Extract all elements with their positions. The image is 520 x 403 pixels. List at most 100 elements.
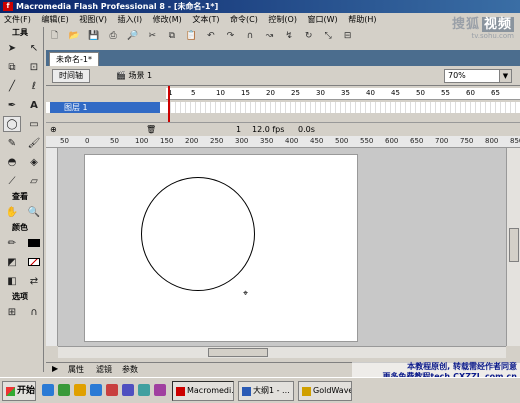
frame-number: 30 bbox=[316, 89, 325, 97]
menu-control[interactable]: 控制(O) bbox=[264, 13, 301, 26]
ink-bottle-tool-icon[interactable]: ◓ bbox=[3, 154, 21, 170]
subselection-tool-icon[interactable]: ↖ bbox=[25, 40, 43, 56]
task-flash[interactable]: Macromedi... bbox=[172, 381, 234, 401]
window-title: Macromedia Flash Professional 8 - [未命名-1… bbox=[16, 2, 219, 11]
line-tool-icon[interactable]: ╱ bbox=[3, 78, 21, 94]
playhead[interactable] bbox=[168, 86, 170, 124]
frame-ruler[interactable]: 1 5 10 15 20 25 30 35 40 45 50 55 60 65 bbox=[166, 88, 520, 100]
zoom-tool-icon[interactable]: 🔍 bbox=[25, 204, 43, 220]
frame-cells[interactable] bbox=[166, 102, 520, 113]
fill-transform-tool-icon[interactable]: ⊡ bbox=[25, 59, 43, 75]
pen-tool-icon[interactable]: ✒ bbox=[3, 97, 21, 113]
menu-edit[interactable]: 编辑(E) bbox=[37, 13, 72, 26]
app2-quicklaunch-icon[interactable] bbox=[122, 384, 134, 396]
fill-color-icon[interactable]: ◩ bbox=[3, 254, 21, 270]
menu-commands[interactable]: 命令(C) bbox=[226, 13, 262, 26]
scene-label: 场景 1 bbox=[128, 71, 153, 80]
tab-parameters[interactable]: 参数 bbox=[122, 364, 138, 375]
color-header: 颜色 bbox=[12, 223, 28, 232]
menu-insert[interactable]: 插入(I) bbox=[114, 13, 147, 26]
eyedropper-tool-icon[interactable]: ⟋ bbox=[3, 173, 21, 189]
fill-swatch-icon[interactable] bbox=[25, 254, 43, 270]
snap-magnet-icon[interactable]: ∩ bbox=[25, 304, 43, 320]
media-quicklaunch-icon[interactable] bbox=[74, 384, 86, 396]
save-icon[interactable]: 💾 bbox=[86, 29, 101, 44]
explorer-quicklaunch-icon[interactable] bbox=[90, 384, 102, 396]
straighten-icon[interactable]: ↯ bbox=[282, 29, 297, 44]
layer-name[interactable]: 图层 1 bbox=[50, 102, 160, 113]
new-file-icon[interactable]: 🗋 bbox=[47, 29, 62, 44]
layer-row[interactable]: 图层 1 bbox=[46, 102, 520, 113]
task-outline[interactable]: 大纲1 - ... bbox=[238, 381, 294, 401]
align-icon[interactable]: ⊟ bbox=[340, 29, 355, 44]
insert-layer-icon[interactable]: ⊕ bbox=[50, 124, 57, 136]
app3-quicklaunch-icon[interactable] bbox=[138, 384, 150, 396]
free-transform-tool-icon[interactable]: ⧉ bbox=[3, 59, 21, 75]
ruler-tick-label: 750 bbox=[460, 137, 474, 145]
open-file-icon[interactable]: 📂 bbox=[67, 29, 82, 44]
copy-icon[interactable]: ⧉ bbox=[164, 29, 179, 44]
vertical-scroll-thumb[interactable] bbox=[509, 228, 519, 262]
ruler-tick-label: 50 bbox=[110, 137, 119, 145]
paint-bucket-tool-icon[interactable]: ◈ bbox=[25, 154, 43, 170]
menu-help[interactable]: 帮助(H) bbox=[344, 13, 380, 26]
drawn-circle[interactable] bbox=[141, 177, 255, 291]
stage-workspace[interactable]: ⌖ bbox=[58, 148, 506, 346]
paste-icon[interactable]: 📋 bbox=[184, 29, 199, 44]
zoom-value: 70% bbox=[448, 71, 466, 80]
print-icon[interactable]: ⎙ bbox=[106, 29, 121, 44]
stage[interactable]: ⌖ bbox=[84, 154, 358, 342]
menu-modify[interactable]: 修改(M) bbox=[149, 13, 186, 26]
brush-tool-icon[interactable]: 🖌 bbox=[25, 135, 43, 151]
scale-icon[interactable]: ⤡ bbox=[321, 29, 336, 44]
horizontal-scrollbar[interactable] bbox=[58, 346, 506, 358]
menu-file[interactable]: 文件(F) bbox=[0, 13, 35, 26]
flash-app-icon: f bbox=[3, 2, 13, 11]
object-drawing-icon[interactable]: ⊞ bbox=[3, 304, 21, 320]
document-tab[interactable]: 未命名-1* bbox=[49, 52, 99, 66]
start-button[interactable]: 开始 bbox=[2, 381, 36, 401]
ie-quicklaunch-icon[interactable] bbox=[42, 384, 54, 396]
scene-icon: 🎬 bbox=[116, 71, 129, 80]
frame-number: 25 bbox=[291, 89, 300, 97]
smooth-icon[interactable]: ↝ bbox=[262, 29, 277, 44]
pencil-tool-icon[interactable]: ✎ bbox=[3, 135, 21, 151]
tab-filters[interactable]: 滤镜 bbox=[96, 364, 112, 375]
timeline-toggle-button[interactable]: 时间轴 bbox=[52, 69, 90, 83]
desktop-quicklaunch-icon[interactable] bbox=[58, 384, 70, 396]
expand-arrow-icon[interactable]: ▶ bbox=[52, 364, 58, 373]
stroke-swatch-icon[interactable] bbox=[25, 235, 43, 251]
cut-icon[interactable]: ✂ bbox=[145, 29, 160, 44]
menu-text[interactable]: 文本(T) bbox=[188, 13, 223, 26]
task-goldwave[interactable]: GoldWave bbox=[298, 381, 352, 401]
delete-layer-icon[interactable]: 🗑 bbox=[146, 124, 156, 136]
print-preview-icon[interactable]: 🔎 bbox=[125, 29, 140, 44]
text-tool-icon[interactable]: A bbox=[25, 97, 43, 113]
taskbar: 开始 Macromedi... 大纲1 - ... GoldWave bbox=[0, 377, 520, 403]
menu-window[interactable]: 窗口(W) bbox=[304, 13, 342, 26]
swap-colors-icon[interactable]: ⇄ bbox=[25, 273, 43, 289]
app4-quicklaunch-icon[interactable] bbox=[154, 384, 166, 396]
stroke-color-icon[interactable]: ✏ bbox=[3, 235, 21, 251]
frame-number: 20 bbox=[266, 89, 275, 97]
menu-view[interactable]: 视图(V) bbox=[75, 13, 111, 26]
app-quicklaunch-icon[interactable] bbox=[106, 384, 118, 396]
selection-tool-icon[interactable]: ➤ bbox=[3, 40, 21, 56]
scene-breadcrumb[interactable]: 🎬 场景 1 bbox=[116, 70, 152, 81]
vertical-scrollbar[interactable] bbox=[506, 148, 520, 346]
zoom-select[interactable]: 70% ▼ bbox=[444, 69, 512, 83]
snap-to-objects-icon[interactable]: ∩ bbox=[242, 29, 257, 44]
rectangle-tool-icon[interactable]: ▭ bbox=[25, 116, 43, 132]
lasso-tool-icon[interactable]: ℓ bbox=[25, 78, 43, 94]
horizontal-scroll-thumb[interactable] bbox=[208, 348, 268, 357]
hand-tool-icon[interactable]: ✋ bbox=[3, 204, 21, 220]
black-white-icon[interactable]: ◧ bbox=[3, 273, 21, 289]
ruler-tick-label: 100 bbox=[135, 137, 149, 145]
undo-icon[interactable]: ↶ bbox=[203, 29, 218, 44]
frame-number: 50 bbox=[416, 89, 425, 97]
redo-icon[interactable]: ↷ bbox=[223, 29, 238, 44]
oval-tool-icon[interactable]: ◯ bbox=[3, 116, 21, 132]
rotate-icon[interactable]: ↻ bbox=[301, 29, 316, 44]
eraser-tool-icon[interactable]: ▱ bbox=[25, 173, 43, 189]
tab-properties[interactable]: 属性 bbox=[68, 364, 84, 375]
